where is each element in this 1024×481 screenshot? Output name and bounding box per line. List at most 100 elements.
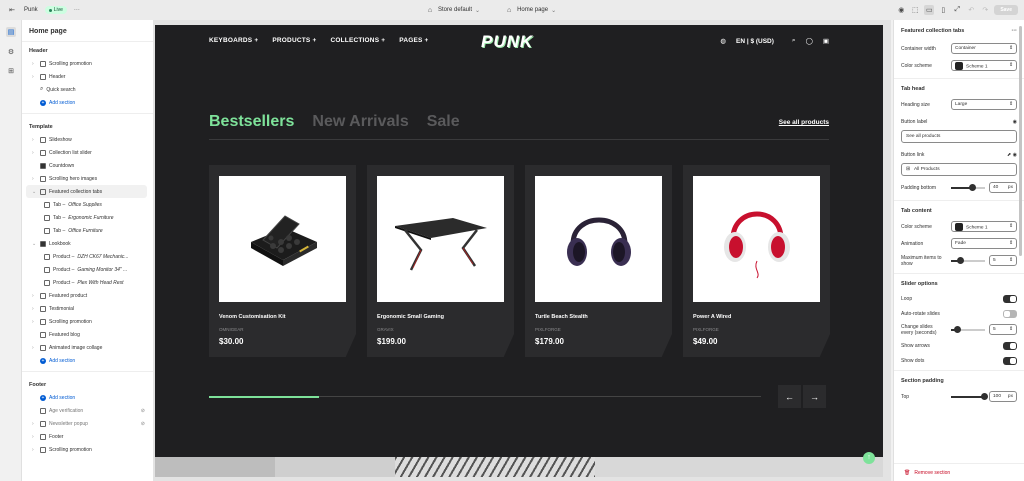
store-name: Punk [24, 7, 38, 13]
chat-icon[interactable]: ↑ [863, 452, 875, 464]
section-item[interactable]: › Scrolling promotion [22, 443, 153, 456]
section-item[interactable]: › Slideshow [22, 133, 153, 146]
show-arrows-toggle[interactable] [1003, 341, 1017, 350]
section-item[interactable]: › Header [22, 70, 153, 83]
block-item[interactable]: Product – Plex With Head Rest [22, 276, 153, 289]
change-slides-slider[interactable] [951, 326, 985, 333]
more-options-button[interactable]: ··· [74, 7, 80, 13]
nav-item-pages[interactable]: PAGES + [399, 37, 428, 44]
section-icon [40, 407, 46, 414]
prev-arrow-icon[interactable]: ← [778, 385, 801, 408]
section-item[interactable]: › Featured product [22, 289, 153, 302]
nav-item-keyboards[interactable]: KEYBOARDS + [209, 37, 258, 44]
loop-toggle[interactable] [1003, 294, 1017, 303]
padding-bottom-input[interactable]: 40 px [989, 182, 1017, 193]
product-card[interactable]: Turtle Beach Stealth PIXLFORGE $179.00 [525, 165, 672, 357]
padding-top-input[interactable]: 100 px [989, 391, 1017, 402]
section-item[interactable]: › Testimonial [22, 302, 153, 315]
add-section-button[interactable]: + Add section [22, 354, 153, 367]
page-select[interactable]: ⌂ Home page ⌄ [504, 5, 556, 15]
section-item[interactable]: › Newsletter popup ⊘ [22, 417, 153, 430]
see-all-link[interactable]: See all products [779, 119, 829, 126]
fullscreen-icon[interactable]: ⤢ [952, 5, 962, 15]
apps-icon[interactable]: ⊞ [6, 66, 16, 76]
mobile-icon[interactable]: ▯ [938, 5, 948, 15]
section-item[interactable]: Featured blog [22, 328, 153, 341]
block-item[interactable]: Tab – Ergonomic Furniture [22, 211, 153, 224]
button-link-input[interactable]: ⊞ All Products [901, 163, 1017, 176]
undo-icon[interactable]: ↶ [966, 5, 976, 15]
section-item[interactable]: › Scrolling promotion [22, 315, 153, 328]
store-logo[interactable]: PUNK [481, 32, 533, 52]
section-item-selected[interactable]: ⌄ Featured collection tabs [26, 185, 147, 198]
section-item[interactable]: ⌄ Lookbook [22, 237, 153, 250]
block-item[interactable]: Product – DZH CK67 Mechanic... [22, 250, 153, 263]
button-label-input[interactable]: See all products [901, 130, 1017, 143]
tab-new-arrivals[interactable]: New Arrivals [312, 113, 408, 131]
product-image-case-kit[interactable] [219, 176, 346, 302]
product-image-headphones-dark[interactable] [535, 176, 662, 302]
nav-item-collections[interactable]: COLLECTIONS + [330, 37, 385, 44]
exit-icon[interactable]: ⇤ [7, 5, 17, 15]
add-section-button[interactable]: + Add section [22, 96, 153, 109]
max-items-slider[interactable] [951, 257, 985, 264]
section-item[interactable]: › Footer [22, 430, 153, 443]
product-name[interactable]: Venom Customisation Kit [219, 314, 346, 320]
block-item[interactable]: Tab – Office Supplies [22, 198, 153, 211]
settings-scrollbar[interactable] [1019, 26, 1022, 256]
settings-icon[interactable]: ⚙ [6, 47, 16, 57]
section-item[interactable]: › Collection list slider [22, 146, 153, 159]
color-scheme-select[interactable]: Scheme 1 ⇕ [951, 60, 1017, 71]
product-image-headphones-red[interactable] [693, 176, 820, 302]
nav-item-products[interactable]: PRODUCTS + [272, 37, 316, 44]
eye-hidden-icon[interactable]: ⊘ [141, 408, 145, 414]
section-item[interactable]: › Scrolling promotion [22, 57, 153, 70]
product-name[interactable]: Power A Wired [693, 314, 820, 320]
animation-select[interactable]: Fade ⇕ [951, 238, 1017, 249]
section-item[interactable]: › Scrolling hero images [22, 172, 153, 185]
theme-select[interactable]: ⌂ Store default ⌄ [425, 5, 480, 15]
next-arrow-icon[interactable]: → [803, 385, 826, 408]
product-card[interactable]: Ergonomic Small Gaming GRAVIX $199.00 [367, 165, 514, 357]
database-icon[interactable]: ◉ [1013, 119, 1017, 125]
change-slides-input[interactable]: 5 ⇕ [989, 324, 1017, 335]
section-item[interactable]: ⌕ Quick search [22, 83, 153, 96]
sections-icon[interactable]: ▤ [6, 27, 16, 37]
redo-icon[interactable]: ↷ [980, 5, 990, 15]
padding-top-slider[interactable] [951, 393, 988, 400]
show-dots-toggle[interactable] [1003, 356, 1017, 365]
tab-sale[interactable]: Sale [427, 113, 460, 131]
desktop-icon[interactable]: ▭ [924, 5, 935, 15]
product-card[interactable]: Venom Customisation Kit OMNIGEAR $30.00 [209, 165, 356, 357]
heading-size-select[interactable]: Large ⇕ [951, 99, 1017, 110]
max-items-input[interactable]: 5 ⇕ [989, 255, 1017, 266]
search-icon[interactable]: ⌕ [792, 37, 796, 45]
product-name[interactable]: Ergonomic Small Gaming [377, 314, 504, 320]
cart-icon[interactable]: ▣ [823, 37, 829, 45]
eye-hidden-icon[interactable]: ⊘ [141, 421, 145, 427]
product-card[interactable]: Power A Wired PIXLFORGE $49.00 [683, 165, 830, 357]
padding-bottom-slider[interactable] [951, 184, 985, 191]
remove-section-button[interactable]: 🗑 Remove section [894, 463, 1024, 481]
database-icon[interactable]: ◉ [1013, 152, 1017, 158]
database-icon[interactable]: ◉ [896, 5, 906, 15]
block-item[interactable]: Tab – Office Furniture [22, 224, 153, 237]
external-link-icon[interactable]: ⬈ [1007, 152, 1011, 158]
more-icon[interactable]: ··· [1012, 28, 1018, 34]
account-icon[interactable]: ◯ [806, 37, 813, 45]
locale-selector[interactable]: EN | $ (USD) [736, 38, 774, 45]
save-button[interactable]: Save [994, 5, 1018, 15]
autorotate-toggle[interactable] [1003, 309, 1017, 318]
tab-bestsellers[interactable]: Bestsellers [209, 113, 294, 131]
block-item[interactable]: Product – Gaming Monitor 34" ... [22, 263, 153, 276]
color-scheme-select[interactable]: Scheme 1 ⇕ [951, 221, 1017, 232]
section-item[interactable]: Age verification ⊘ [22, 404, 153, 417]
block-prefix: Product – [53, 253, 75, 260]
inspector-icon[interactable]: ⬚ [910, 5, 920, 15]
product-image-desk[interactable] [377, 176, 504, 302]
section-item[interactable]: › Animated image collage [22, 341, 153, 354]
container-width-select[interactable]: Container ⇕ [951, 43, 1017, 54]
add-section-button[interactable]: + Add section [22, 391, 153, 404]
section-item[interactable]: Countdown [22, 159, 153, 172]
product-name[interactable]: Turtle Beach Stealth [535, 314, 662, 320]
